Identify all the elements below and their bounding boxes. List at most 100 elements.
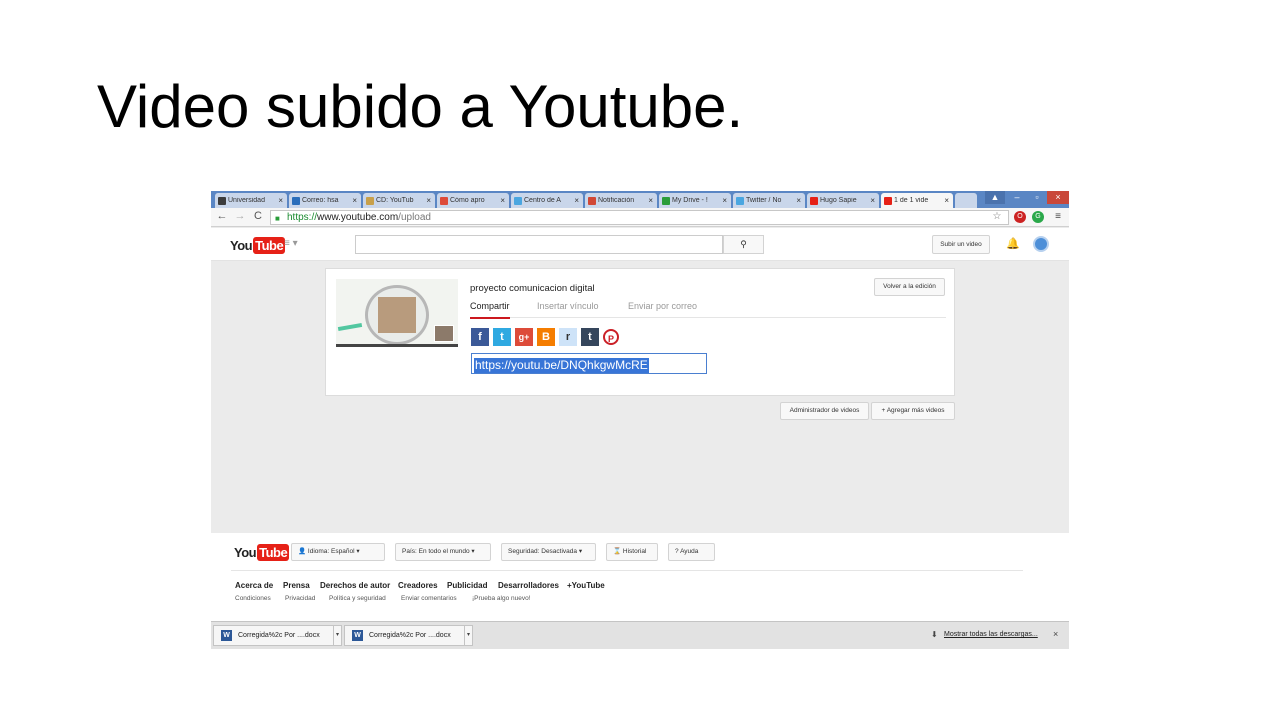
close-icon[interactable]: ×	[944, 196, 949, 205]
browser-tab-active[interactable]: 1 de 1 vide ×	[881, 193, 953, 208]
youtube-logo[interactable]: You Tube	[230, 237, 286, 254]
close-icon[interactable]: ×	[796, 196, 801, 205]
avatar[interactable]	[1033, 236, 1049, 252]
close-icon[interactable]: ×	[352, 196, 357, 205]
extension-icon[interactable]: O	[1014, 211, 1026, 223]
menu-icon[interactable]: ≡	[1052, 211, 1064, 223]
help-icon: ?	[675, 548, 679, 555]
close-icon[interactable]: ×	[500, 196, 505, 205]
browser-tab[interactable]: CD: YouTub ×	[363, 193, 435, 208]
tab-label: CD: YouTub	[376, 197, 414, 204]
youtube-icon	[884, 196, 892, 205]
tab-label: Correo: hsa	[302, 197, 339, 204]
notifications-bell-icon[interactable]: 🔔	[1006, 237, 1020, 250]
guide-menu-icon[interactable]: ≡ ▾	[284, 238, 298, 249]
logo-you: You	[234, 545, 257, 560]
close-icon[interactable]: ×	[648, 196, 653, 205]
tab-label: My Drive - !	[672, 197, 708, 204]
minimize-icon[interactable]: –	[1007, 191, 1027, 204]
googleplus-icon[interactable]: g+	[515, 328, 533, 346]
footer-link-feedback[interactable]: Enviar comentarios	[401, 595, 457, 602]
country-button[interactable]: País: En todo el mundo ▾	[395, 543, 491, 561]
language-button[interactable]: 👤 Idioma: Español ▾	[291, 543, 385, 561]
drive-icon	[662, 196, 670, 205]
twitter-icon[interactable]: t	[493, 328, 511, 346]
safety-label: Seguridad: Desactivada	[508, 548, 578, 555]
language-icon: 👤	[298, 548, 307, 555]
footer-link-terms[interactable]: Condiciones	[235, 595, 271, 602]
add-more-videos-button[interactable]: + Agregar más videos	[871, 402, 955, 420]
footer-link-plus-youtube[interactable]: +YouTube	[567, 581, 605, 590]
browser-tab[interactable]: Correo: hsa ×	[289, 193, 361, 208]
grammarly-icon[interactable]: G	[1032, 211, 1044, 223]
browser-tab[interactable]: Notificación ×	[585, 193, 657, 208]
close-icon[interactable]: ×	[870, 196, 875, 205]
twitter-icon	[736, 196, 744, 205]
close-icon[interactable]: ×	[426, 196, 431, 205]
safety-button[interactable]: Seguridad: Desactivada ▾	[501, 543, 596, 561]
youtube-footer: You Tube 👤 Idioma: Español ▾ País: En tod…	[211, 533, 1069, 621]
back-to-edit-button[interactable]: Volver a la edición	[874, 278, 945, 296]
help-label: Ayuda	[680, 548, 699, 555]
footer-link-press[interactable]: Prensa	[283, 581, 310, 590]
close-window-icon[interactable]: ×	[1047, 191, 1069, 204]
browser-tab[interactable]: Twitter / No ×	[733, 193, 805, 208]
footer-link-about[interactable]: Acerca de	[235, 581, 273, 590]
download-item[interactable]: W Corregida%2c Por ....docx	[344, 625, 472, 646]
tab-share[interactable]: Compartir	[470, 301, 510, 319]
address-bar[interactable]: ■ https://www.youtube.com/upload	[270, 210, 1009, 225]
show-all-downloads-link[interactable]: Mostrar todas las descargas...	[944, 631, 1038, 638]
blogger-icon[interactable]: B	[537, 328, 555, 346]
search-input[interactable]	[355, 235, 723, 254]
close-icon[interactable]: ×	[574, 196, 579, 205]
logo-tube: Tube	[253, 237, 286, 254]
footer-link-try-new[interactable]: ¡Prueba algo nuevo!	[472, 595, 531, 602]
footer-link-policy[interactable]: Política y seguridad	[329, 595, 386, 602]
video-thumbnail[interactable]	[336, 279, 458, 347]
thumbnail-face	[434, 325, 454, 342]
upload-button[interactable]: Subir un video	[932, 235, 990, 254]
user-icon[interactable]: ▲	[985, 191, 1005, 204]
close-icon[interactable]: ×	[722, 196, 727, 205]
tab-email[interactable]: Enviar por correo	[628, 301, 697, 311]
browser-tab[interactable]: Centro de A ×	[511, 193, 583, 208]
download-filename: Corregida%2c Por ....docx	[369, 632, 451, 639]
history-button[interactable]: ⌛ Historial	[606, 543, 658, 561]
footer-link-developers[interactable]: Desarrolladores	[498, 581, 559, 590]
reddit-icon[interactable]: r	[559, 328, 577, 346]
video-manager-button[interactable]: Administrador de videos	[780, 402, 869, 420]
forward-icon[interactable]: →	[233, 210, 247, 222]
chevron-down-icon: ▾	[356, 548, 360, 555]
tab-label: Twitter / No	[746, 197, 782, 204]
browser-tab[interactable]: My Drive - ! ×	[659, 193, 731, 208]
footer-youtube-logo[interactable]: You Tube	[234, 544, 290, 561]
download-menu-arrow[interactable]: ▾	[464, 625, 473, 646]
footer-link-creators[interactable]: Creadores	[398, 581, 438, 590]
facebook-icon[interactable]: f	[471, 328, 489, 346]
footer-link-privacy[interactable]: Privacidad	[285, 595, 315, 602]
browser-tab[interactable]: Universidad ×	[215, 193, 287, 208]
chevron-down-icon: ▾	[578, 548, 583, 555]
browser-tab[interactable]: Hugo Sapie ×	[807, 193, 879, 208]
tumblr-icon[interactable]: t	[581, 328, 599, 346]
help-button[interactable]: ? Ayuda	[668, 543, 715, 561]
star-icon[interactable]: ☆	[991, 211, 1003, 223]
tab-label: Cómo apro	[450, 197, 485, 204]
download-item[interactable]: W Corregida%2c Por ....docx	[213, 625, 341, 646]
tab-embed[interactable]: Insertar vínculo	[537, 301, 599, 311]
restore-icon[interactable]: ▫	[1027, 191, 1047, 204]
search-icon[interactable]: ⚲	[723, 235, 764, 254]
download-menu-arrow[interactable]: ▾	[333, 625, 342, 646]
lock-icon: ■	[275, 214, 280, 223]
footer-link-advertising[interactable]: Publicidad	[447, 581, 487, 590]
reload-icon[interactable]: C	[251, 210, 265, 222]
new-tab-button[interactable]	[955, 193, 977, 208]
footer-link-copyright[interactable]: Derechos de autor	[320, 581, 390, 590]
browser-tab[interactable]: Cómo apro ×	[437, 193, 509, 208]
pinterest-icon[interactable]: P	[603, 329, 619, 345]
close-icon[interactable]: ×	[1053, 629, 1058, 639]
back-icon[interactable]: ←	[215, 210, 229, 222]
chevron-down-icon: ▾	[471, 548, 475, 555]
share-url-field[interactable]: https://youtu.be/DNQhkgwMcRE	[471, 353, 707, 374]
close-icon[interactable]: ×	[278, 196, 283, 205]
